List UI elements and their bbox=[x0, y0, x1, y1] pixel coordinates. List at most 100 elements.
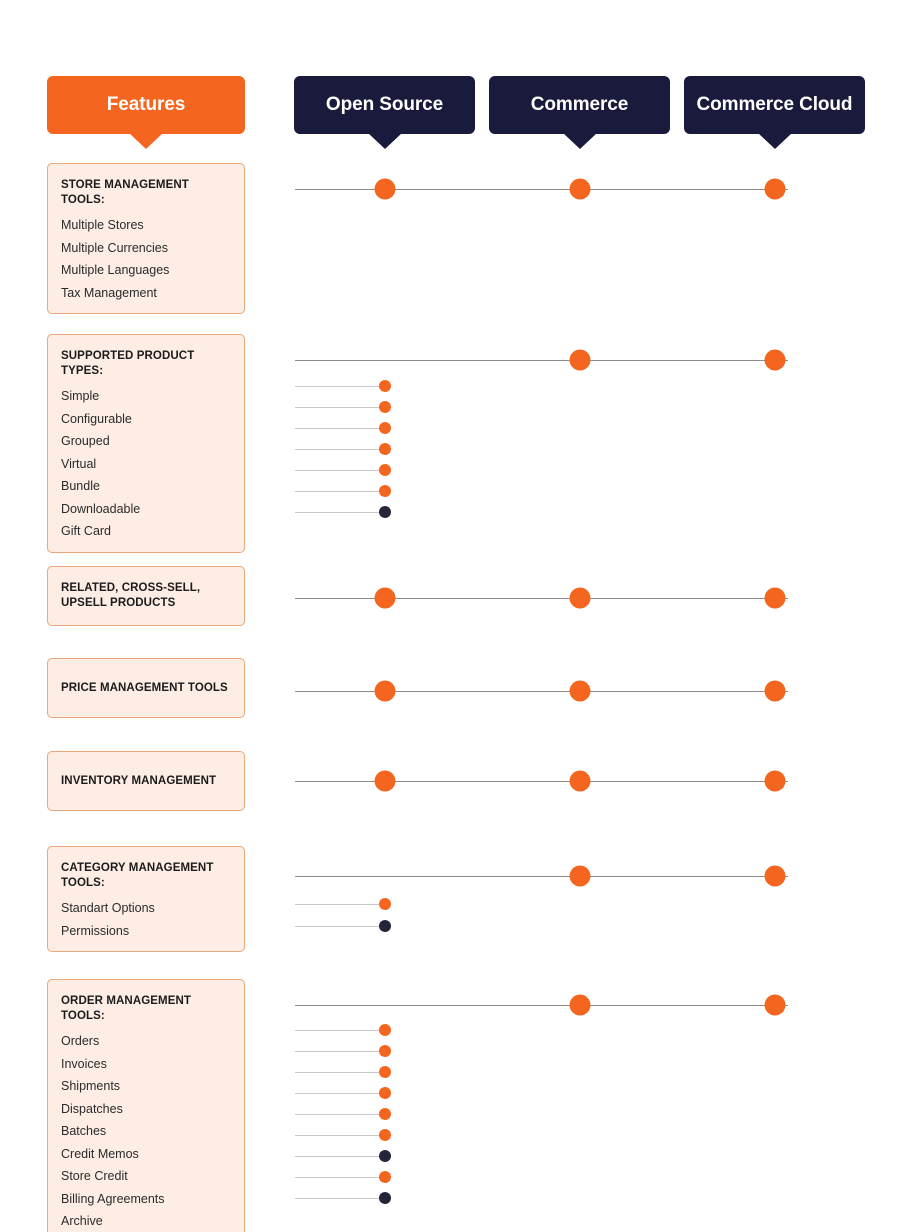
sub-support-dot[interactable] bbox=[379, 443, 391, 455]
column-header-label: Open Source bbox=[325, 94, 444, 115]
feature-item: Tax Management bbox=[61, 285, 157, 300]
sub-connector-line bbox=[295, 1198, 385, 1199]
feature-box-title: SUPPORTED PRODUCT TYPES: bbox=[61, 350, 195, 377]
sub-support-dot[interactable] bbox=[379, 380, 391, 392]
feature-item: Store Credit bbox=[61, 1169, 128, 1184]
feature-item: Archive bbox=[61, 1214, 103, 1229]
sub-support-dot[interactable] bbox=[379, 1129, 391, 1141]
sub-support-dot[interactable] bbox=[379, 1066, 391, 1078]
sub-connector-line bbox=[295, 428, 385, 429]
sub-support-dot[interactable] bbox=[379, 1024, 391, 1036]
column-header-features[interactable]: Features bbox=[47, 76, 245, 149]
sub-support-dot[interactable] bbox=[379, 1108, 391, 1120]
connector-line bbox=[295, 360, 788, 361]
sub-connector-line bbox=[295, 1177, 385, 1178]
sub-support-dot[interactable] bbox=[379, 485, 391, 497]
sub-connector-line bbox=[295, 1051, 385, 1052]
feature-item: Bundle bbox=[61, 479, 100, 494]
sub-connector-line bbox=[295, 1030, 385, 1031]
support-dot[interactable] bbox=[569, 349, 591, 371]
feature-item: Invoices bbox=[61, 1056, 107, 1071]
feature-box-title: RELATED, CROSS-SELL, UPSELL PRODUCTS bbox=[61, 582, 201, 609]
feature-item: Downloadable bbox=[61, 501, 141, 516]
sub-support-dot[interactable] bbox=[379, 464, 391, 476]
feature-item: Dispatches bbox=[61, 1101, 123, 1116]
header-pointer-icon bbox=[129, 133, 163, 149]
support-dot[interactable] bbox=[764, 178, 786, 200]
support-dot[interactable] bbox=[569, 770, 591, 792]
sub-connector-line bbox=[295, 1093, 385, 1094]
sub-support-dot[interactable] bbox=[379, 506, 391, 518]
column-header-open-source[interactable]: Open Source bbox=[294, 76, 475, 149]
support-dot[interactable] bbox=[374, 770, 396, 792]
feature-box: INVENTORY MANAGEMENT bbox=[47, 751, 245, 811]
feature-item: Gift Card bbox=[61, 524, 112, 539]
column-header-label: Features bbox=[106, 94, 186, 115]
sub-support-dot[interactable] bbox=[379, 920, 391, 932]
column-header-commerce-cloud[interactable]: Commerce Cloud bbox=[684, 76, 865, 149]
feature-box-title: PRICE MANAGEMENT TOOLS bbox=[61, 681, 228, 694]
sub-support-dot[interactable] bbox=[379, 422, 391, 434]
sub-support-dot[interactable] bbox=[379, 1087, 391, 1099]
support-dot[interactable] bbox=[764, 680, 786, 702]
sub-connector-line bbox=[295, 926, 385, 927]
sub-connector-line bbox=[295, 512, 385, 513]
header-pointer-icon bbox=[757, 133, 792, 149]
feature-item: Grouped bbox=[61, 434, 110, 449]
connector-line bbox=[295, 598, 788, 599]
feature-box-title: STORE MANAGEMENT TOOLS: bbox=[61, 179, 189, 206]
feature-item: Orders bbox=[61, 1034, 100, 1049]
feature-item: Virtual bbox=[61, 456, 97, 471]
feature-item: Configurable bbox=[61, 411, 132, 426]
support-dot[interactable] bbox=[569, 587, 591, 609]
feature-box: RELATED, CROSS-SELL, UPSELL PRODUCTS bbox=[47, 566, 245, 626]
column-header-label: Commerce bbox=[530, 94, 629, 115]
feature-box-title: INVENTORY MANAGEMENT bbox=[61, 774, 217, 787]
sub-support-dot[interactable] bbox=[379, 1045, 391, 1057]
support-dot[interactable] bbox=[764, 865, 786, 887]
support-dot[interactable] bbox=[374, 680, 396, 702]
support-dot[interactable] bbox=[569, 178, 591, 200]
sub-connector-line bbox=[295, 904, 385, 905]
sub-support-dot[interactable] bbox=[379, 1192, 391, 1204]
support-dot[interactable] bbox=[374, 587, 396, 609]
sub-connector-line bbox=[295, 386, 385, 387]
sub-connector-line bbox=[295, 491, 385, 492]
sub-support-dot[interactable] bbox=[379, 401, 391, 413]
feature-box: CATEGORY MANAGEMENT TOOLS: Standart Optio… bbox=[47, 846, 245, 953]
header-pointer-icon bbox=[367, 133, 402, 149]
support-dot[interactable] bbox=[569, 680, 591, 702]
support-dot[interactable] bbox=[764, 770, 786, 792]
sub-connector-line bbox=[295, 1156, 385, 1157]
feature-box-title: CATEGORY MANAGEMENT TOOLS: bbox=[61, 862, 214, 889]
support-dot[interactable] bbox=[764, 994, 786, 1016]
sub-connector-line bbox=[295, 449, 385, 450]
connector-line bbox=[295, 1005, 788, 1006]
column-header-label: Commerce Cloud bbox=[696, 94, 853, 115]
support-dot[interactable] bbox=[569, 865, 591, 887]
feature-item: Credit Memos bbox=[61, 1146, 139, 1161]
feature-box-title: ORDER MANAGEMENT TOOLS: bbox=[61, 995, 192, 1022]
connector-line bbox=[295, 691, 788, 692]
sub-connector-line bbox=[295, 407, 385, 408]
sub-connector-line bbox=[295, 1072, 385, 1073]
column-header-commerce[interactable]: Commerce bbox=[489, 76, 670, 149]
support-dot[interactable] bbox=[764, 587, 786, 609]
sub-connector-line bbox=[295, 470, 385, 471]
support-dot[interactable] bbox=[569, 994, 591, 1016]
sub-connector-line bbox=[295, 1135, 385, 1136]
feature-item: Simple bbox=[61, 389, 100, 404]
feature-box: SUPPORTED PRODUCT TYPES: Simple Configurab… bbox=[47, 334, 245, 553]
connector-line bbox=[295, 189, 788, 190]
support-dot[interactable] bbox=[374, 178, 396, 200]
support-dot[interactable] bbox=[764, 349, 786, 371]
sub-support-dot[interactable] bbox=[379, 1150, 391, 1162]
feature-item: Standart Options bbox=[61, 901, 155, 916]
feature-box: STORE MANAGEMENT TOOLS: Multiple Stores Mu… bbox=[47, 163, 245, 315]
feature-item: Batches bbox=[61, 1124, 107, 1139]
feature-item: Multiple Currencies bbox=[61, 240, 168, 255]
sub-support-dot[interactable] bbox=[379, 1171, 391, 1183]
feature-box: ORDER MANAGEMENT TOOLS: Orders Invoices Shi… bbox=[47, 979, 245, 1232]
sub-support-dot[interactable] bbox=[379, 898, 391, 910]
feature-item: Multiple Languages bbox=[61, 263, 170, 278]
